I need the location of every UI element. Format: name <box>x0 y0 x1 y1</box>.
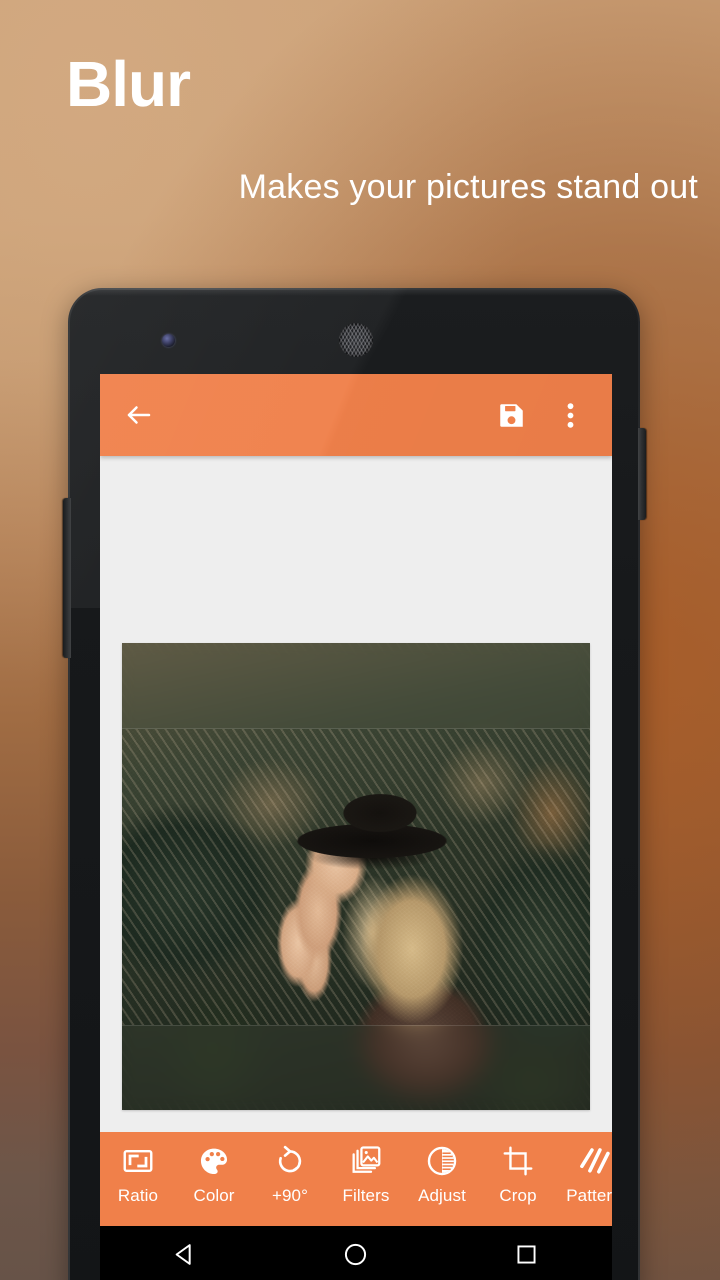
photo-stack-icon <box>349 1144 383 1178</box>
tool-crop-label: Crop <box>499 1186 537 1205</box>
phone-top-edge-highlight <box>68 288 640 296</box>
tool-crop[interactable]: Crop <box>480 1132 556 1206</box>
tool-pattern[interactable]: Pattern <box>556 1132 612 1206</box>
rotate-right-icon <box>273 1144 307 1178</box>
arrow-left-icon <box>124 400 154 430</box>
contrast-icon <box>425 1144 459 1178</box>
editor-canvas <box>100 456 612 1132</box>
edited-photo[interactable] <box>122 643 590 1110</box>
tool-rotate[interactable]: +90° <box>252 1132 328 1206</box>
promo-screenshot: Blur Makes your pictures stand out Ratio… <box>0 0 720 1280</box>
nav-home-button[interactable] <box>320 1226 392 1280</box>
nav-back-triangle-icon <box>173 1242 198 1267</box>
tool-rotate-label: +90° <box>271 1186 309 1205</box>
save-button[interactable] <box>480 374 542 456</box>
tool-color-label: Color <box>193 1186 235 1205</box>
nav-home-circle-icon <box>343 1242 368 1267</box>
power-button[interactable] <box>638 428 646 520</box>
palette-icon <box>197 1144 231 1178</box>
tool-adjust-label: Adjust <box>418 1186 466 1205</box>
tool-color[interactable]: Color <box>176 1132 252 1206</box>
app-bar <box>100 374 612 456</box>
front-camera-icon <box>162 334 175 347</box>
tool-ratio[interactable]: Ratio <box>100 1132 176 1206</box>
page-title: Blur <box>66 48 191 120</box>
tool-pattern-label: Pattern <box>566 1186 612 1205</box>
diagonal-stripes-icon <box>577 1144 611 1178</box>
overflow-menu-button[interactable] <box>542 374 598 456</box>
blur-region-top-content <box>122 643 590 729</box>
blur-region-top-edge <box>122 728 590 729</box>
device-screen: Ratio Color +90° Filters Adjust Crop Pat… <box>100 374 612 1226</box>
blur-region-top[interactable] <box>122 643 590 729</box>
crop-icon <box>501 1144 535 1178</box>
back-button[interactable] <box>100 374 178 456</box>
page-subtitle: Makes your pictures stand out <box>238 168 698 206</box>
volume-button[interactable] <box>63 498 71 658</box>
nav-back-button[interactable] <box>149 1226 221 1280</box>
save-floppy-icon <box>498 402 525 429</box>
tool-ratio-label: Ratio <box>117 1186 159 1205</box>
tool-filters[interactable]: Filters <box>328 1132 404 1206</box>
editor-toolbar: Ratio Color +90° Filters Adjust Crop Pat… <box>100 1132 612 1226</box>
earpiece-speaker-icon <box>339 323 373 357</box>
nav-recents-button[interactable] <box>491 1226 563 1280</box>
blur-region-bottom-edge <box>122 1025 590 1026</box>
nav-recents-square-icon <box>515 1243 538 1266</box>
system-navigation-bar <box>100 1226 612 1280</box>
blur-region-bottom-content <box>122 1025 590 1110</box>
more-vertical-icon <box>567 401 574 430</box>
aspect-ratio-icon <box>121 1144 155 1178</box>
tool-filters-label: Filters <box>342 1186 390 1205</box>
tool-adjust[interactable]: Adjust <box>404 1132 480 1206</box>
blur-region-bottom[interactable] <box>122 1025 590 1110</box>
